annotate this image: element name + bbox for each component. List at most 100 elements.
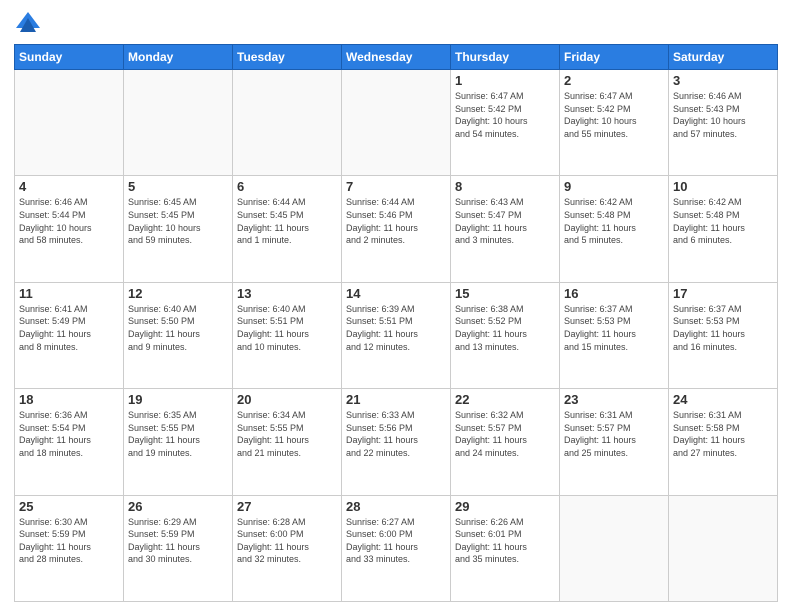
calendar-cell [124,70,233,176]
day-info: Sunrise: 6:46 AM Sunset: 5:44 PM Dayligh… [19,196,119,246]
day-number: 25 [19,499,119,514]
calendar-cell: 19 Sunrise: 6:35 AM Sunset: 5:55 PM Dayli… [124,389,233,495]
calendar-cell [560,495,669,601]
week-row-0: 1 Sunrise: 6:47 AM Sunset: 5:42 PM Daylig… [15,70,778,176]
day-number: 21 [346,392,446,407]
week-row-1: 4 Sunrise: 6:46 AM Sunset: 5:44 PM Daylig… [15,176,778,282]
calendar-cell: 7Sunrise: 6:44 AM Sunset: 5:46 PM Daylig… [342,176,451,282]
calendar-cell: 18 Sunrise: 6:36 AM Sunset: 5:54 PM Dayli… [15,389,124,495]
calendar-cell: 21 Sunrise: 6:33 AM Sunset: 5:56 PM Dayli… [342,389,451,495]
calendar-cell [15,70,124,176]
day-number: 12 [128,286,228,301]
day-number: 3 [673,73,773,88]
day-number: 2 [564,73,664,88]
day-number: 19 [128,392,228,407]
day-info: Sunrise: 6:47 AM Sunset: 5:42 PM Dayligh… [455,90,555,140]
calendar-cell [342,70,451,176]
day-info: Sunrise: 6:40 AM Sunset: 5:51 PM Dayligh… [237,303,337,353]
calendar-cell: 15Sunrise: 6:38 AM Sunset: 5:52 PM Dayli… [451,282,560,388]
day-info: Sunrise: 6:47 AM Sunset: 5:42 PM Dayligh… [564,90,664,140]
day-info: Sunrise: 6:29 AM Sunset: 5:59 PM Dayligh… [128,516,228,566]
calendar-cell: 2 Sunrise: 6:47 AM Sunset: 5:42 PM Daylig… [560,70,669,176]
day-number: 1 [455,73,555,88]
day-info: Sunrise: 6:31 AM Sunset: 5:58 PM Dayligh… [673,409,773,459]
day-info: Sunrise: 6:46 AM Sunset: 5:43 PM Dayligh… [673,90,773,140]
calendar-cell: 3 Sunrise: 6:46 AM Sunset: 5:43 PM Daylig… [669,70,778,176]
day-header-monday: Monday [124,45,233,70]
day-header-sunday: Sunday [15,45,124,70]
calendar-cell: 1 Sunrise: 6:47 AM Sunset: 5:42 PM Daylig… [451,70,560,176]
day-number: 8 [455,179,555,194]
calendar-cell: 8 Sunrise: 6:43 AM Sunset: 5:47 PM Daylig… [451,176,560,282]
day-header-tuesday: Tuesday [233,45,342,70]
day-number: 24 [673,392,773,407]
day-number: 23 [564,392,664,407]
day-number: 20 [237,392,337,407]
day-number: 14 [346,286,446,301]
day-number: 17 [673,286,773,301]
calendar-cell: 27 Sunrise: 6:28 AM Sunset: 6:00 PM Dayli… [233,495,342,601]
day-number: 10 [673,179,773,194]
calendar-cell: 12Sunrise: 6:40 AM Sunset: 5:50 PM Dayli… [124,282,233,388]
day-info: Sunrise: 6:43 AM Sunset: 5:47 PM Dayligh… [455,196,555,246]
day-info: Sunrise: 6:33 AM Sunset: 5:56 PM Dayligh… [346,409,446,459]
day-number: 26 [128,499,228,514]
day-info: Sunrise: 6:37 AM Sunset: 5:53 PM Dayligh… [564,303,664,353]
calendar-cell: 23 Sunrise: 6:31 AM Sunset: 5:57 PM Dayli… [560,389,669,495]
day-number: 5 [128,179,228,194]
day-number: 18 [19,392,119,407]
day-info: Sunrise: 6:44 AM Sunset: 5:46 PM Dayligh… [346,196,446,246]
day-info: Sunrise: 6:41 AM Sunset: 5:49 PM Dayligh… [19,303,119,353]
calendar-cell: 22Sunrise: 6:32 AM Sunset: 5:57 PM Dayli… [451,389,560,495]
day-header-saturday: Saturday [669,45,778,70]
calendar-cell: 26 Sunrise: 6:29 AM Sunset: 5:59 PM Dayli… [124,495,233,601]
days-header-row: SundayMondayTuesdayWednesdayThursdayFrid… [15,45,778,70]
calendar-cell: 25 Sunrise: 6:30 AM Sunset: 5:59 PM Dayli… [15,495,124,601]
day-number: 15 [455,286,555,301]
week-row-3: 18 Sunrise: 6:36 AM Sunset: 5:54 PM Dayli… [15,389,778,495]
day-number: 16 [564,286,664,301]
day-info: Sunrise: 6:35 AM Sunset: 5:55 PM Dayligh… [128,409,228,459]
day-number: 27 [237,499,337,514]
calendar-cell: 28 Sunrise: 6:27 AM Sunset: 6:00 PM Dayli… [342,495,451,601]
day-info: Sunrise: 6:44 AM Sunset: 5:45 PM Dayligh… [237,196,337,246]
logo [14,10,46,38]
calendar-cell: 5 Sunrise: 6:45 AM Sunset: 5:45 PM Daylig… [124,176,233,282]
calendar-table: SundayMondayTuesdayWednesdayThursdayFrid… [14,44,778,602]
day-number: 28 [346,499,446,514]
calendar-cell: 14 Sunrise: 6:39 AM Sunset: 5:51 PM Dayli… [342,282,451,388]
calendar-cell: 13Sunrise: 6:40 AM Sunset: 5:51 PM Dayli… [233,282,342,388]
day-info: Sunrise: 6:42 AM Sunset: 5:48 PM Dayligh… [564,196,664,246]
week-row-2: 11 Sunrise: 6:41 AM Sunset: 5:49 PM Dayli… [15,282,778,388]
day-info: Sunrise: 6:42 AM Sunset: 5:48 PM Dayligh… [673,196,773,246]
page: SundayMondayTuesdayWednesdayThursdayFrid… [0,0,792,612]
day-info: Sunrise: 6:31 AM Sunset: 5:57 PM Dayligh… [564,409,664,459]
calendar-cell [233,70,342,176]
day-info: Sunrise: 6:34 AM Sunset: 5:55 PM Dayligh… [237,409,337,459]
day-info: Sunrise: 6:39 AM Sunset: 5:51 PM Dayligh… [346,303,446,353]
calendar-cell: 29 Sunrise: 6:26 AM Sunset: 6:01 PM Dayli… [451,495,560,601]
day-info: Sunrise: 6:30 AM Sunset: 5:59 PM Dayligh… [19,516,119,566]
day-info: Sunrise: 6:28 AM Sunset: 6:00 PM Dayligh… [237,516,337,566]
day-info: Sunrise: 6:27 AM Sunset: 6:00 PM Dayligh… [346,516,446,566]
calendar-cell: 11 Sunrise: 6:41 AM Sunset: 5:49 PM Dayli… [15,282,124,388]
day-number: 29 [455,499,555,514]
day-number: 4 [19,179,119,194]
day-number: 9 [564,179,664,194]
day-info: Sunrise: 6:37 AM Sunset: 5:53 PM Dayligh… [673,303,773,353]
day-info: Sunrise: 6:36 AM Sunset: 5:54 PM Dayligh… [19,409,119,459]
calendar-cell: 24 Sunrise: 6:31 AM Sunset: 5:58 PM Dayli… [669,389,778,495]
day-number: 22 [455,392,555,407]
day-number: 6 [237,179,337,194]
calendar-cell: 4 Sunrise: 6:46 AM Sunset: 5:44 PM Daylig… [15,176,124,282]
day-info: Sunrise: 6:26 AM Sunset: 6:01 PM Dayligh… [455,516,555,566]
week-row-4: 25 Sunrise: 6:30 AM Sunset: 5:59 PM Dayli… [15,495,778,601]
calendar-cell: 17 Sunrise: 6:37 AM Sunset: 5:53 PM Dayli… [669,282,778,388]
day-info: Sunrise: 6:45 AM Sunset: 5:45 PM Dayligh… [128,196,228,246]
day-number: 11 [19,286,119,301]
calendar-cell: 9 Sunrise: 6:42 AM Sunset: 5:48 PM Daylig… [560,176,669,282]
logo-icon [14,10,42,38]
calendar-cell [669,495,778,601]
day-header-thursday: Thursday [451,45,560,70]
calendar-cell: 16 Sunrise: 6:37 AM Sunset: 5:53 PM Dayli… [560,282,669,388]
